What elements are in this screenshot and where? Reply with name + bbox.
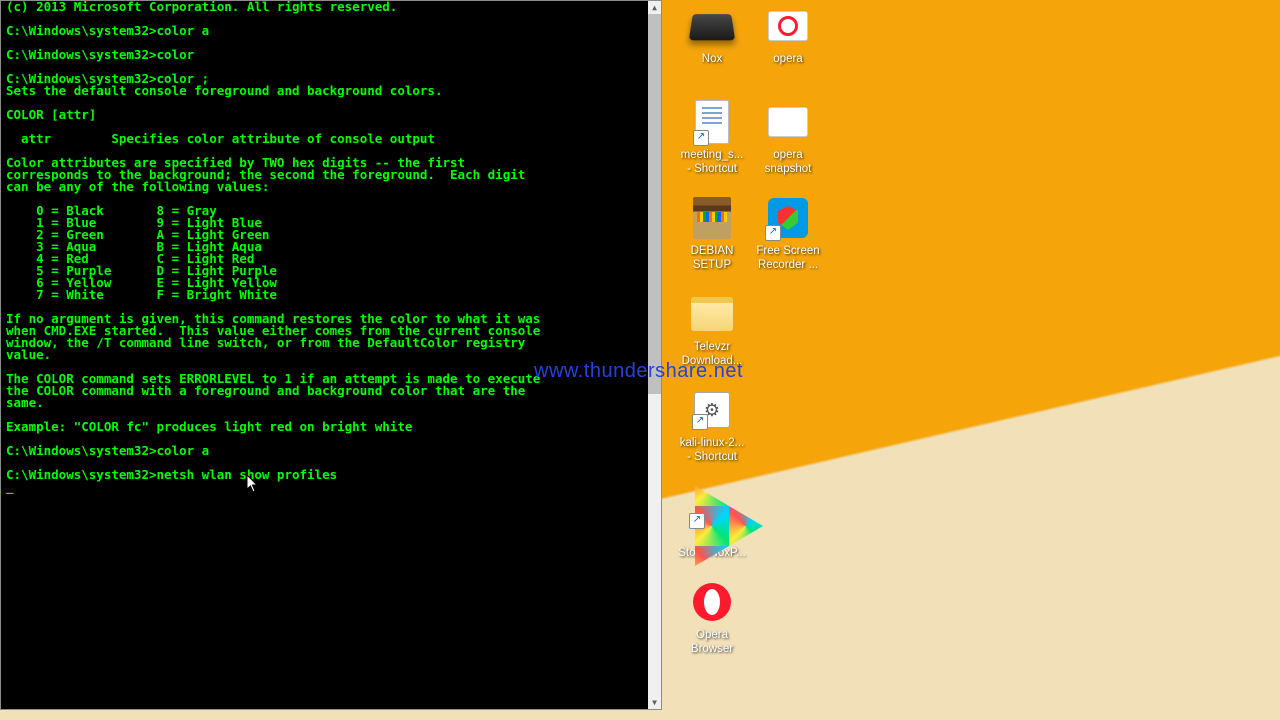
desktop-icon[interactable]: opera snapshot: [750, 96, 826, 192]
nox-icon: [688, 2, 736, 50]
shield-icon: [764, 194, 812, 242]
scrollbar-up-arrow[interactable]: ▲: [648, 1, 661, 14]
scrollbar-thumb[interactable]: [648, 14, 661, 394]
terminal-output[interactable]: (c) 2013 Microsoft Corporation. All righ…: [6, 1, 647, 709]
desktop-icon[interactable]: meeting_s... - Shortcut: [674, 96, 750, 192]
icon-label: opera snapshot: [765, 148, 812, 176]
desktop-icon[interactable]: Televzr Download...: [674, 288, 750, 384]
icon-label: meeting_s... - Shortcut: [681, 148, 744, 176]
icon-label: Nox: [702, 52, 722, 66]
icon-label: opera: [773, 52, 802, 66]
icon-label: DEBIAN SETUP: [691, 244, 734, 272]
icon-label: Free Screen Recorder ...: [756, 244, 819, 272]
scrollbar[interactable]: ▲ ▼: [648, 1, 661, 709]
opera-icon: [688, 578, 736, 626]
command-prompt-window[interactable]: (c) 2013 Microsoft Corporation. All righ…: [0, 0, 662, 710]
desktop-icon[interactable]: Nox: [674, 0, 750, 96]
desktop-icon[interactable]: opera: [750, 0, 826, 96]
desktop-icon[interactable]: Play Store-NoxP...: [674, 480, 750, 576]
zoom-icon: [764, 98, 812, 146]
desktop-icon[interactable]: Opera Browser: [674, 576, 750, 672]
play-icon: [688, 482, 736, 530]
desktop-background[interactable]: Nox meeting_s... - Shortcut DEBIAN SETUP Te…: [0, 0, 1280, 720]
icon-label: Televzr Download...: [682, 340, 743, 368]
winrar-icon: [688, 194, 736, 242]
icon-label: Opera Browser: [691, 628, 733, 656]
icon-label: kali-linux-2... - Shortcut: [680, 436, 745, 464]
opera2-icon: [764, 2, 812, 50]
desktop-icon[interactable]: kali-linux-2... - Shortcut: [674, 384, 750, 480]
doc-icon: [688, 98, 736, 146]
scrollbar-down-arrow[interactable]: ▼: [648, 696, 661, 709]
folder-icon: [688, 290, 736, 338]
desktop-icon[interactable]: Free Screen Recorder ...: [750, 192, 826, 288]
desktop-icon[interactable]: DEBIAN SETUP: [674, 192, 750, 288]
kali-icon: [688, 386, 736, 434]
